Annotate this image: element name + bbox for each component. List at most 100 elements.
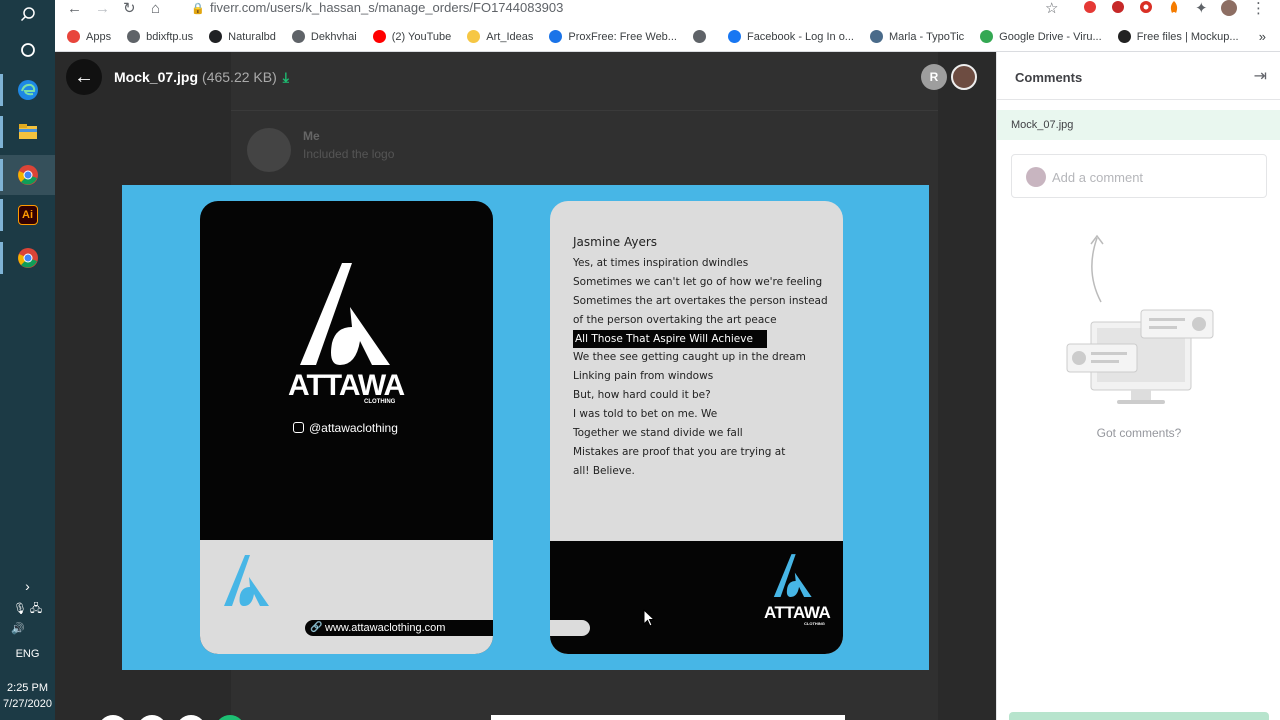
extension-icon[interactable] (1139, 0, 1153, 19)
close-viewer-button[interactable]: ← (66, 59, 102, 95)
avatar (247, 128, 291, 172)
back-arrow-icon[interactable]: ← (67, 0, 82, 18)
card-front-bottom: 🔗 www.attawaclothing.com (200, 540, 493, 654)
bookmark-item[interactable]: Dekhvhai (291, 30, 357, 43)
bookmark-label: Art_Ideas (486, 30, 534, 43)
poem-line: I was told to bet on me. We (573, 408, 718, 421)
mouse-cursor-icon (643, 609, 655, 627)
poem-line: Sometimes the art overtakes the person i… (573, 294, 828, 307)
bookmarks-bar: Apps bdixftp.us Naturalbd Dekhvhai (2) YouTu… (55, 22, 1280, 52)
home-icon[interactable]: ⌂ (151, 0, 160, 18)
puzzle-icon[interactable]: ✦ (1195, 0, 1208, 18)
brand-sub: CLOTHING (364, 399, 396, 405)
forward-arrow-icon[interactable]: → (95, 0, 110, 18)
poem-line: of the person overtaking the art peace (573, 313, 777, 326)
tray-icons[interactable]: 🎙 🖧 (0, 600, 55, 619)
comment-box[interactable] (1011, 154, 1267, 198)
url-path: /users/k_hassan_s/manage_orders/FO174408… (266, 0, 564, 15)
language-indicator[interactable]: ENG (0, 648, 55, 660)
bookmark-icon (372, 30, 386, 43)
folder-icon (18, 124, 37, 139)
clock-time[interactable]: 2:25 PM (0, 682, 55, 694)
bookmark-item[interactable]: ProxFree: Free Web... (549, 30, 677, 43)
clock-date[interactable]: 7/27/2020 (0, 698, 55, 710)
cortana-icon (20, 43, 35, 57)
comment-input[interactable] (1052, 167, 1252, 187)
bookmark-item[interactable]: Facebook - Log In o... (727, 30, 854, 43)
cortana-button[interactable] (0, 30, 55, 70)
brand-name: ATTAWA (288, 369, 405, 402)
bookmark-icon (869, 30, 883, 43)
file-title: Mock_07.jpg (465.22 KB) ⤓ (114, 69, 289, 86)
bookmark-icon (209, 30, 223, 43)
chrome-icon (17, 248, 38, 268)
mockup-image: ATTAWA CLOTHING @attawaclothing 🔗 www.att… (122, 185, 929, 670)
comments-title: Comments (1015, 70, 1083, 85)
chevron-right-icon[interactable]: › (0, 578, 55, 594)
avatar-initial[interactable]: R (921, 64, 947, 90)
poem-line: Mistakes are proof that you are trying a… (573, 445, 786, 458)
brand-sub: CLOTHING (804, 621, 825, 626)
bookmark-label: Free files | Mockup... (1136, 30, 1239, 43)
bookmark-item[interactable]: Art_Ideas (467, 30, 533, 43)
message-text: Included the logo (303, 147, 395, 161)
taskbar-illustrator[interactable]: Ai (0, 195, 55, 235)
viewer-header: ← Mock_07.jpg (465.22 KB) ⤓ R (55, 52, 996, 102)
bookmark-item[interactable]: (2) YouTube (372, 30, 451, 43)
bookmark-label: Naturalbd (228, 30, 276, 43)
card-front: ATTAWA CLOTHING @attawaclothing 🔗 www.att… (200, 201, 493, 654)
comments-header: Comments ⇥ (997, 52, 1280, 100)
bookmark-item[interactable]: Apps (67, 30, 111, 43)
file-chip[interactable]: Mock_07.jpg (997, 110, 1280, 140)
bookmark-item[interactable]: Naturalbd (209, 30, 276, 43)
search-button[interactable] (0, 0, 55, 34)
empty-state-text: Got comments? (1096, 426, 1182, 440)
taskbar-explorer[interactable] (0, 112, 55, 152)
attawa-small-logo (224, 555, 269, 606)
extension-icon[interactable] (1111, 0, 1125, 19)
poem-text: Jasmine Ayers Yes, at times inspiration … (573, 233, 828, 481)
user-avatar[interactable] (951, 64, 977, 90)
url-field[interactable]: fiverr.com/users/k_hassan_s/manage_order… (210, 0, 563, 18)
bookmark-item[interactable] (692, 30, 712, 43)
reload-icon[interactable]: ↻ (123, 0, 136, 18)
taskbar-chrome[interactable] (0, 238, 55, 278)
poem-line: But, how hard could it be? (573, 389, 711, 402)
bookmark-item[interactable]: Google Drive - Viru... (980, 30, 1102, 43)
star-icon[interactable]: ☆ (1045, 0, 1058, 18)
instagram-handle: @attawaclothing (293, 421, 398, 435)
bookmark-item[interactable]: Marla - TypoTic (869, 30, 964, 43)
profile-avatar[interactable] (1221, 0, 1237, 21)
bookmark-icon (1117, 30, 1131, 43)
download-icon[interactable]: ⤓ (283, 69, 289, 85)
avatar (1026, 167, 1046, 187)
menu-icon[interactable]: ⋮ (1251, 0, 1266, 18)
extension-icon[interactable] (1083, 0, 1097, 19)
taskbar-chrome-active[interactable] (0, 155, 55, 195)
bookmark-icon (67, 30, 80, 43)
poem-line: We thee see getting caught up in the dre… (573, 351, 806, 364)
bookmark-item[interactable]: Free files | Mockup... (1117, 30, 1239, 43)
comments-panel: Comments ⇥ Mock_07.jpg Got comments? (996, 52, 1280, 720)
collapse-panel-icon[interactable]: ⇥ (1254, 66, 1267, 86)
file-size: (465.22 KB) (202, 69, 277, 85)
edge-icon (17, 80, 38, 100)
more-bookmarks-icon[interactable]: » (1259, 29, 1266, 44)
arrow-left-icon: ← (74, 65, 94, 88)
illustrator-icon: Ai (17, 205, 38, 225)
poem-author: Jasmine Ayers (573, 235, 658, 249)
attawa-logo (773, 554, 812, 597)
submit-button-partial[interactable] (1009, 712, 1269, 720)
microphone-icon: 🎙 (12, 603, 27, 615)
bookmark-label: Google Drive - Viru... (999, 30, 1102, 43)
taskbar-edge[interactable] (0, 70, 55, 110)
extension-icon[interactable] (1167, 0, 1181, 19)
card-back-bottom: ATTAWA CLOTHING (550, 541, 843, 654)
bookmark-icon (727, 30, 741, 43)
poem-line: all! Believe. (573, 464, 635, 477)
search-icon (20, 7, 35, 22)
brand-name: ATTAWA (764, 603, 831, 622)
bookmark-item[interactable]: bdixftp.us (127, 30, 193, 43)
bookmark-label: Apps (86, 30, 112, 43)
volume-icon[interactable]: 🔊 (0, 622, 55, 635)
